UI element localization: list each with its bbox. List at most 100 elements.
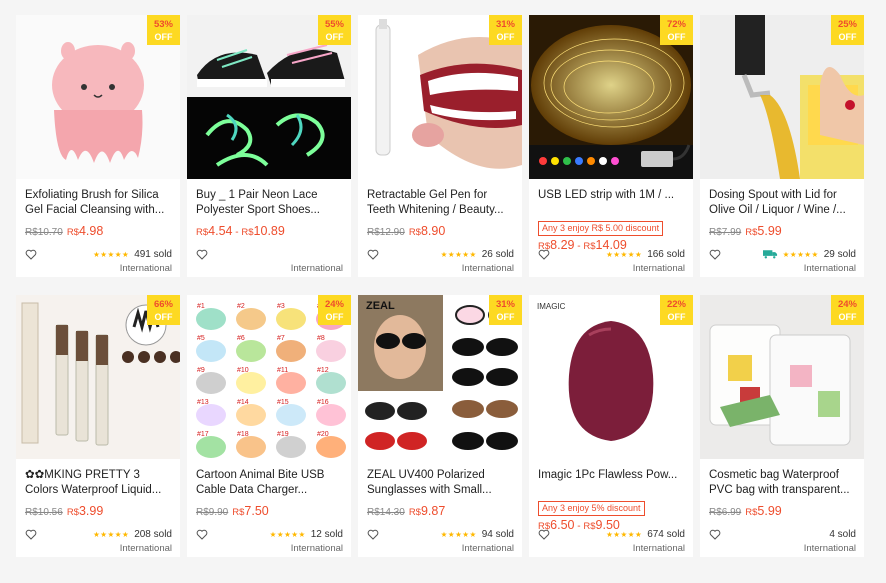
price-row: R$14.30 R$9.87 (367, 504, 513, 520)
max-price: R$10.89 (241, 224, 285, 238)
product-title[interactable]: Retractable Gel Pen for Teeth Whitening … (367, 188, 513, 218)
discount-percent: 24% (837, 299, 857, 310)
meta-row: ★★★★★ 491 sold (25, 247, 172, 261)
product-image[interactable]: 31% OFF (358, 15, 522, 179)
product-image[interactable]: 24% OFF (700, 295, 864, 459)
price-row: R$7.99 R$5.99 (709, 224, 855, 240)
original-price: R$6.99 (709, 507, 742, 518)
current-price: R$5.99 (745, 504, 782, 518)
meta-row: ★★★★★ 208 sold (25, 527, 172, 541)
animal-cable-protector (196, 340, 226, 362)
product-title[interactable]: Cosmetic bag Waterproof PVC bag with tra… (709, 468, 855, 498)
shipping-origin: International (632, 263, 685, 274)
cable-number-label: #17 (197, 431, 209, 438)
discount-percent: 31% (495, 299, 515, 310)
product-title[interactable]: ZEAL UV400 Polarized Sunglasses with Sma… (367, 468, 513, 498)
free-shipping-truck-icon (762, 250, 777, 259)
sold-count: 491 sold (134, 248, 172, 260)
heart-icon[interactable] (196, 529, 208, 540)
product-image[interactable]: 53% OFF (16, 15, 180, 179)
price-row: R$4.54 - R$10.89 (196, 224, 342, 240)
meta-row: 4 sold (709, 527, 856, 541)
discount-badge: 31% OFF (489, 15, 522, 45)
sold-count: 674 sold (647, 528, 685, 540)
discount-badge: 66% OFF (147, 295, 180, 325)
meta-row: ★★★★★ 674 sold (538, 527, 685, 541)
discount-badge: 55% OFF (318, 15, 351, 45)
product-card[interactable]: 25% OFF Dosing Spout with Lid for Olive … (700, 15, 864, 277)
heart-icon[interactable] (25, 529, 37, 540)
animal-cable-protector (316, 372, 346, 394)
product-card[interactable]: 31% OFF Retractable Gel Pen for Teeth Wh… (358, 15, 522, 277)
original-price: R$14.30 (367, 507, 405, 518)
discount-off-label: OFF (667, 32, 686, 42)
heart-icon[interactable] (367, 249, 379, 260)
product-title[interactable]: Buy _ 1 Pair Neon Lace Polyester Sport S… (196, 188, 342, 218)
cable-number-label: #18 (237, 431, 249, 438)
promo-tag: Any 3 enjoy R$ 5.00 discount (538, 221, 664, 236)
meta-row: ★★★★★ 166 sold (538, 247, 685, 261)
heart-icon[interactable] (709, 249, 721, 260)
heart-icon[interactable] (25, 249, 37, 260)
heart-icon[interactable] (709, 529, 721, 540)
discount-percent: 66% (153, 299, 173, 310)
shipping-origin: International (290, 543, 343, 554)
animal-cable-protector (316, 340, 346, 362)
product-card[interactable]: 72% OFF USB LED strip with 1M / ... Any … (529, 15, 693, 277)
sold-count: 94 sold (481, 528, 514, 540)
discount-off-label: OFF (154, 32, 173, 42)
product-card[interactable]: 66% OFF ✿✿MKING PRETTY 3 Colors Waterpro… (16, 295, 180, 557)
product-card[interactable]: #1#2#3#4#5#6#7#8#9#10#11#12#13#14#15#16#… (187, 295, 351, 557)
heart-icon[interactable] (196, 249, 208, 260)
product-image[interactable]: ZEAL 31% OFF (358, 295, 522, 459)
product-title[interactable]: Exfoliating Brush for Silica Gel Facial … (25, 188, 171, 218)
cable-number-label: #13 (197, 399, 209, 406)
animal-cable-protector (316, 404, 346, 426)
product-card[interactable]: ZEAL 31% OFF ZEAL UV400 Polarized Sungla… (358, 295, 522, 557)
animal-cable-protector (276, 404, 306, 426)
product-card[interactable]: 24% OFF Cosmetic bag Waterproof PVC bag … (700, 295, 864, 557)
original-price: R$10.70 (25, 227, 63, 238)
product-card[interactable]: IMAGIC 22% OFF Imagic 1Pc Flawless Pow..… (529, 295, 693, 557)
discount-off-label: OFF (496, 32, 515, 42)
product-title[interactable]: Dosing Spout with Lid for Olive Oil / Li… (709, 188, 855, 218)
current-price: R$3.99 (66, 504, 104, 518)
product-image[interactable]: 66% OFF (16, 295, 180, 459)
original-price: R$7.99 (709, 227, 742, 238)
sold-count: 4 sold (829, 528, 856, 540)
svg-text:IMAGIC: IMAGIC (537, 302, 566, 311)
discount-off-label: OFF (154, 312, 173, 322)
shipping-origin: International (461, 263, 514, 274)
product-title[interactable]: USB LED strip with 1M / ... (538, 188, 684, 218)
cable-number-label: #20 (317, 431, 329, 438)
meta-row: ★★★★★ 12 sold (196, 527, 343, 541)
product-image[interactable]: IMAGIC 22% OFF (529, 295, 693, 459)
heart-icon[interactable] (538, 529, 550, 540)
animal-cable-protector (236, 404, 266, 426)
meta-row: ★★★★★ 29 sold (709, 247, 856, 261)
product-title[interactable]: ✿✿MKING PRETTY 3 Colors Waterproof Liqui… (25, 468, 171, 498)
product-card[interactable]: 55% OFF Buy _ 1 Pair Neon Lace Polyester… (187, 15, 351, 277)
product-image[interactable]: #1#2#3#4#5#6#7#8#9#10#11#12#13#14#15#16#… (187, 295, 351, 459)
heart-icon[interactable] (538, 249, 550, 260)
product-image[interactable]: 55% OFF (187, 15, 351, 179)
cable-number-label: #8 (317, 335, 325, 342)
current-price: R$9.87 (408, 504, 446, 518)
discount-badge: 22% OFF (660, 295, 693, 325)
product-image[interactable]: 72% OFF (529, 15, 693, 179)
product-image[interactable]: 25% OFF (700, 15, 864, 179)
heart-icon[interactable] (367, 529, 379, 540)
current-price: R$5.99 (745, 224, 782, 238)
product-card[interactable]: 53% OFF Exfoliating Brush for Silica Gel… (16, 15, 180, 277)
product-title[interactable]: Imagic 1Pc Flawless Pow... (538, 468, 684, 498)
discount-percent: 22% (666, 299, 686, 310)
shipping-origin: International (632, 543, 685, 554)
product-title[interactable]: Cartoon Animal Bite USB Cable Data Charg… (196, 468, 342, 498)
price-row: R$9.90 R$7.50 (196, 504, 342, 520)
animal-cable-protector (276, 436, 306, 458)
animal-cable-protector (276, 340, 306, 362)
animal-cable-protector (196, 372, 226, 394)
animal-cable-protector (196, 308, 226, 330)
cable-number-label: #3 (277, 303, 285, 310)
cable-number-label: #16 (317, 399, 329, 406)
